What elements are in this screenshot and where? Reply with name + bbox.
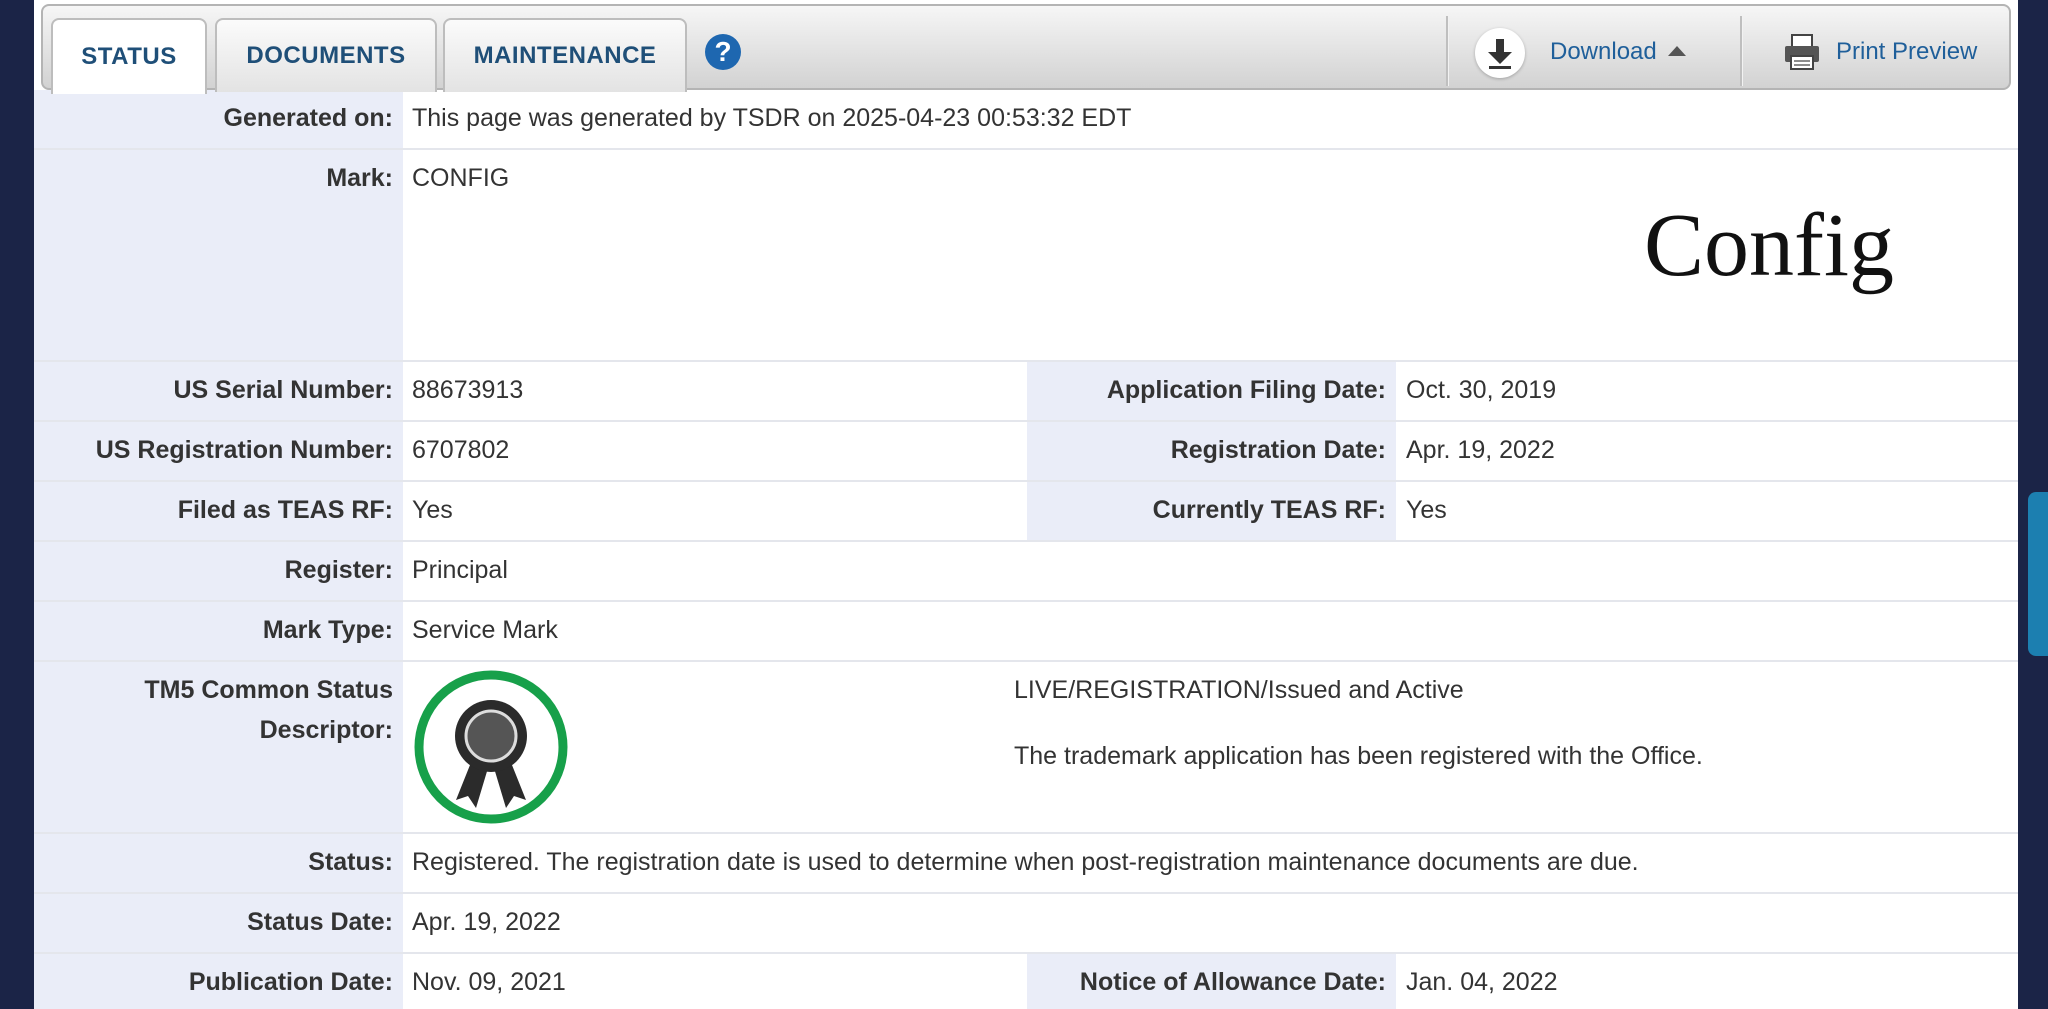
tm5-status-title: LIVE/REGISTRATION/Issued and Active [1014,676,1464,704]
filed-teas-label: Filed as TEAS RF: [177,496,393,524]
tm5-status-text: The trademark application has been regis… [1014,742,1703,770]
registration-date-label: Registration Date: [1170,436,1386,464]
register-label: Register: [284,556,393,584]
tm5-label-line2: Descriptor: [259,716,393,744]
question-mark-icon[interactable]: ? [705,34,741,70]
status-date-label: Status Date: [247,908,393,936]
row-status: Status: Registered. The registration dat… [34,834,2018,894]
row-serial: US Serial Number: 88673913 Application F… [34,362,2018,422]
tab-maintenance[interactable]: MAINTENANCE [443,18,687,92]
serial-label: US Serial Number: [173,376,393,404]
mark-type-label: Mark Type: [262,616,393,644]
download-button[interactable]: Download [1550,38,1657,66]
serial-value: 88673913 [412,376,524,404]
row-register: Register: Principal [34,542,2018,602]
generated-on-value: This page was generated by TSDR on 2025-… [412,104,1132,132]
filing-date-label: Application Filing Date: [1106,376,1386,404]
tsdr-status-page: STATUS DOCUMENTS MAINTENANCE ? Download … [34,0,2018,1009]
tab-status[interactable]: STATUS [51,18,207,94]
filed-teas-value: Yes [412,496,453,524]
current-teas-label: Currently TEAS RF: [1152,496,1386,524]
publication-date-label: Publication Date: [188,968,393,996]
registration-date-value: Apr. 19, 2022 [1406,436,1555,464]
row-mark-type: Mark Type: Service Mark [34,602,2018,662]
toolbar-divider [1446,16,1449,86]
registered-ribbon-badge-icon [412,668,570,826]
side-scroll-tab[interactable] [2028,492,2048,656]
publication-date-value: Nov. 09, 2021 [412,968,566,996]
download-icon[interactable] [1475,28,1525,78]
printer-icon[interactable] [1782,32,1822,72]
status-label: Status: [308,848,393,876]
registration-number-value: 6707802 [412,436,510,464]
mark-label: Mark: [326,164,393,192]
row-teas: Filed as TEAS RF: Yes Currently TEAS RF:… [34,482,2018,542]
row-generated-on: Generated on: This page was generated by… [34,90,2018,150]
toolbar-divider [1740,16,1743,86]
allowance-date-value: Jan. 04, 2022 [1406,968,1558,996]
caret-up-icon[interactable] [1668,46,1686,56]
status-date-value: Apr. 19, 2022 [412,908,561,936]
row-registration: US Registration Number: 6707802 Registra… [34,422,2018,482]
mark-value: CONFIG [412,164,510,192]
generated-on-label: Generated on: [223,104,393,132]
mark-type-value: Service Mark [412,616,558,644]
mark-image: Config [1644,196,1895,295]
toolbar: STATUS DOCUMENTS MAINTENANCE ? Download … [41,4,2011,94]
allowance-date-label: Notice of Allowance Date: [1079,968,1386,996]
status-value: Registered. The registration date is use… [412,848,1639,876]
register-value: Principal [412,556,508,584]
tm5-label-line1: TM5 Common Status [144,676,393,704]
tab-documents[interactable]: DOCUMENTS [215,18,437,92]
row-status-date: Status Date: Apr. 19, 2022 [34,894,2018,954]
print-preview-button[interactable]: Print Preview [1836,38,1977,66]
current-teas-value: Yes [1406,496,1447,524]
registration-number-label: US Registration Number: [95,436,393,464]
filing-date-value: Oct. 30, 2019 [1406,376,1557,404]
row-publication: Publication Date: Nov. 09, 2021 Notice o… [34,954,2018,1009]
